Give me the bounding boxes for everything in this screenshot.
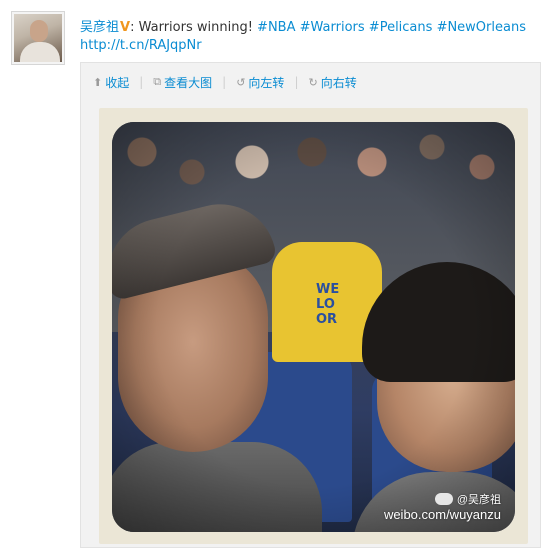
collapse-button[interactable]: ⬆ 收起 — [93, 74, 129, 91]
avatar-body — [20, 42, 60, 62]
photo-vignette — [112, 122, 515, 532]
toolbar-divider: | — [294, 75, 299, 89]
avatar-photo — [14, 14, 62, 62]
watermark-handle: @吴彦祖 — [456, 494, 501, 506]
rotate-right-label: 向右转 — [320, 75, 357, 90]
view-large-button[interactable]: ⧉ 查看大图 — [153, 74, 212, 91]
photo-frame: WE LO OR @吴彦祖 weibo.com/wuyanz — [99, 108, 528, 544]
rotate-left-label: 向左转 — [248, 75, 285, 90]
post-text: 吴彦祖V: Warriors winning! #NBA #Warriors #… — [80, 16, 526, 35]
avatar[interactable] — [11, 11, 65, 65]
short-url-link[interactable]: http://t.cn/RAJqpNr — [80, 38, 202, 53]
watermark-site: weibo.com/wuyanzu — [383, 507, 501, 522]
hashtag-warriors[interactable]: #Warriors — [300, 20, 365, 35]
hashtag-neworleans[interactable]: #NewOrleans — [437, 20, 526, 35]
verified-badge-icon: V — [120, 20, 131, 35]
hashtag-pelicans[interactable]: #Pelicans — [369, 20, 433, 35]
up-arrow-icon: ⬆ — [93, 75, 103, 89]
avatar-face — [30, 20, 48, 42]
hashtag-nba[interactable]: #NBA — [257, 20, 295, 35]
rotate-right-icon: ↻ — [308, 75, 318, 89]
selfie-photo[interactable]: WE LO OR @吴彦祖 weibo.com/wuyanz — [112, 122, 515, 532]
image-toolbar: ⬆ 收起 | ⧉ 查看大图 | ↺ 向左转 | ↻ 向右转 — [93, 74, 357, 90]
view-large-label: 查看大图 — [164, 75, 213, 90]
toolbar-divider: | — [139, 75, 144, 89]
media-panel: ⬆ 收起 | ⧉ 查看大图 | ↺ 向左转 | ↻ 向右转 WE LO OR — [80, 62, 541, 548]
rotate-right-button[interactable]: ↻ 向右转 — [308, 74, 356, 91]
username-link[interactable]: 吴彦祖 — [80, 20, 119, 35]
weibo-watermark: @吴彦祖 weibo.com/wuyanzu — [384, 491, 501, 522]
post-message: Warriors winning! — [138, 20, 258, 35]
external-view-icon: ⧉ — [153, 75, 162, 88]
toolbar-divider: | — [222, 75, 227, 89]
rotate-left-icon: ↺ — [236, 75, 246, 89]
rotate-left-button[interactable]: ↺ 向左转 — [236, 74, 284, 91]
post-colon: : — [130, 20, 135, 35]
weibo-logo-icon — [434, 493, 453, 505]
collapse-label: 收起 — [105, 75, 130, 90]
